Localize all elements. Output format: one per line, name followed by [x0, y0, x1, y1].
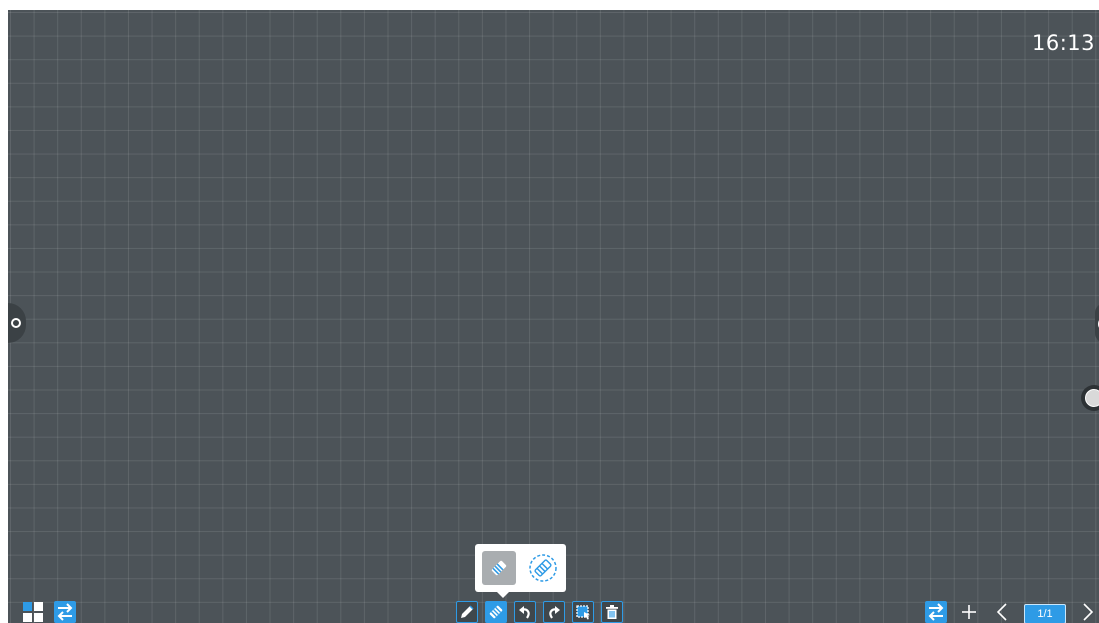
- area-eraser-icon: [529, 554, 557, 582]
- left-sidebar-handle[interactable]: [8, 303, 26, 343]
- delete-icon: [606, 605, 618, 619]
- pen-icon: [461, 605, 474, 618]
- undo-icon: [519, 606, 530, 619]
- prev-page-icon: [996, 603, 1007, 621]
- prev-page-button[interactable]: [991, 601, 1013, 623]
- small-eraser-option[interactable]: [482, 551, 516, 585]
- eraser-options-popup: [475, 544, 566, 598]
- switch-board-button[interactable]: [925, 601, 947, 623]
- handle-dot-icon: [11, 318, 21, 328]
- whiteboard-canvas[interactable]: 16:13 1/1: [8, 10, 1099, 623]
- add-page-button[interactable]: [958, 601, 980, 623]
- select-button[interactable]: [572, 601, 594, 623]
- floating-menu-button[interactable]: [1081, 385, 1099, 411]
- eraser-button[interactable]: [485, 601, 507, 623]
- area-eraser-option[interactable]: [526, 551, 560, 585]
- undo-button[interactable]: [514, 601, 536, 623]
- delete-button[interactable]: [601, 601, 623, 623]
- page-indicator[interactable]: 1/1: [1024, 604, 1066, 623]
- switch-mode-button[interactable]: [54, 601, 76, 623]
- small-eraser-icon: [491, 560, 507, 576]
- pen-button[interactable]: [456, 601, 478, 623]
- switch-icon: [54, 601, 76, 623]
- clock: 16:13: [1031, 31, 1095, 55]
- bottom-right-toolbar: 1/1: [925, 601, 1099, 623]
- next-page-icon: [1083, 603, 1094, 621]
- redo-button[interactable]: [543, 601, 565, 623]
- right-sidebar-handle[interactable]: [1095, 303, 1099, 343]
- apps-grid-icon: [23, 602, 43, 622]
- next-page-button[interactable]: [1077, 601, 1099, 623]
- switch-icon: [925, 601, 947, 623]
- floating-ball-icon: [1085, 389, 1099, 407]
- redo-icon: [549, 606, 560, 619]
- add-page-icon: [962, 605, 976, 619]
- bottom-left-toolbar: [22, 601, 76, 623]
- bottom-center-toolbar: [456, 601, 623, 623]
- eraser-icon: [489, 605, 503, 619]
- select-icon: [576, 605, 590, 620]
- apps-grid-button[interactable]: [22, 601, 44, 623]
